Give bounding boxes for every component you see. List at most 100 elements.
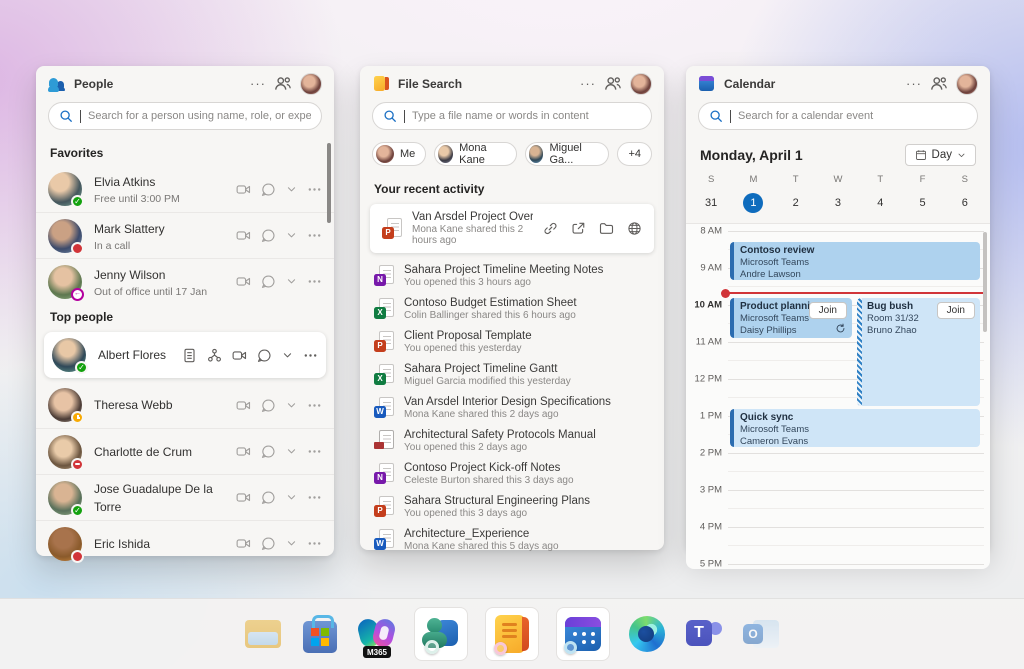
file-search-input[interactable] xyxy=(412,110,641,122)
account-avatar[interactable] xyxy=(300,73,322,95)
microsoft-store-icon[interactable] xyxy=(300,614,340,654)
more-icon[interactable] xyxy=(307,490,322,505)
video-call-icon[interactable] xyxy=(236,536,251,551)
event-contoso-review[interactable]: Contoso review Microsoft Teams Andre Law… xyxy=(730,242,980,280)
person-row[interactable]: Charlotte de Crum xyxy=(36,428,334,474)
file-row[interactable]: W Van Arsdel Interior Design Specificati… xyxy=(360,391,664,424)
more-options-icon[interactable]: ··· xyxy=(250,75,266,93)
chevron-down-icon[interactable] xyxy=(286,184,297,195)
day-cell[interactable]: T2 xyxy=(775,174,817,213)
file-search-app-icon[interactable] xyxy=(485,607,539,661)
more-options-icon[interactable]: ··· xyxy=(906,75,922,93)
document-icon[interactable] xyxy=(182,348,197,363)
day-grid[interactable]: 8 AM 9 AM 10 AM 11 AM 12 PM 1 PM 2 PM 3 … xyxy=(686,223,990,569)
more-icon[interactable] xyxy=(307,536,322,551)
day-cell[interactable]: S6 xyxy=(944,174,986,213)
person-row[interactable]: Eric Ishida xyxy=(36,520,334,566)
copy-link-icon[interactable] xyxy=(543,221,558,236)
person-row[interactable]: ✓ Elvia AtkinsFree until 3:00 PM xyxy=(36,166,334,212)
people-search-box[interactable] xyxy=(48,102,322,130)
chevron-down-icon[interactable] xyxy=(282,350,293,361)
person-row[interactable]: Mark SlatteryIn a call xyxy=(36,212,334,258)
chat-icon[interactable] xyxy=(261,398,276,413)
m365-copilot-icon[interactable]: M365 xyxy=(357,614,397,654)
day-cell[interactable]: S31 xyxy=(690,174,732,213)
day-cell-selected[interactable]: M1 xyxy=(732,174,774,213)
file-row[interactable]: P Sahara Structural Engineering PlansYou… xyxy=(360,490,664,523)
calendar-search-app-icon[interactable] xyxy=(556,607,610,661)
chevron-down-icon[interactable] xyxy=(286,400,297,411)
more-options-icon[interactable]: ··· xyxy=(580,75,596,93)
share-icon[interactable] xyxy=(571,221,586,236)
file-row[interactable]: N Contoso Project Kick-off NotesCeleste … xyxy=(360,457,664,490)
chat-icon[interactable] xyxy=(261,228,276,243)
event-product-planning[interactable]: Product planning Microsoft Teams Daisy P… xyxy=(730,298,852,338)
more-icon[interactable] xyxy=(307,182,322,197)
org-chart-icon[interactable] xyxy=(207,348,222,363)
day-cell[interactable]: F5 xyxy=(901,174,943,213)
person-row[interactable]: ✓ Jose Guadalupe De la Torre xyxy=(36,474,334,520)
filter-chip-miguel[interactable]: Miguel Ga... xyxy=(525,142,610,166)
people-search-input[interactable] xyxy=(88,110,311,122)
file-search-box[interactable] xyxy=(372,102,652,130)
chevron-down-icon[interactable] xyxy=(286,538,297,549)
file-row[interactable]: P Client Proposal TemplateYou opened thi… xyxy=(360,325,664,358)
chat-icon[interactable] xyxy=(261,536,276,551)
people-directory-icon[interactable] xyxy=(274,75,292,93)
day-cell[interactable]: T4 xyxy=(859,174,901,213)
teams-icon[interactable]: T xyxy=(684,614,724,654)
chevron-down-icon[interactable] xyxy=(286,446,297,457)
file-row[interactable]: X Sahara Project Timeline GanttMiguel Ga… xyxy=(360,358,664,391)
view-selector-button[interactable]: Day xyxy=(905,144,976,166)
event-quick-sync[interactable]: Quick sync Microsoft Teams Cameron Evans xyxy=(730,409,980,447)
calendar-search-input[interactable] xyxy=(738,110,967,122)
scrollbar[interactable] xyxy=(983,232,987,332)
video-call-icon[interactable] xyxy=(232,348,247,363)
open-folder-icon[interactable] xyxy=(599,221,614,236)
chat-icon[interactable] xyxy=(261,444,276,459)
more-icon[interactable] xyxy=(307,228,322,243)
more-icon[interactable] xyxy=(303,348,318,363)
chevron-down-icon[interactable] xyxy=(286,492,297,503)
more-icon[interactable] xyxy=(307,444,322,459)
video-call-icon[interactable] xyxy=(236,228,251,243)
people-search-app-icon[interactable] xyxy=(414,607,468,661)
chat-icon[interactable] xyxy=(261,182,276,197)
chat-icon[interactable] xyxy=(261,490,276,505)
file-explorer-icon[interactable] xyxy=(243,614,283,654)
event-bug-bush[interactable]: Bug bush Room 31/32 Bruno Zhao Join xyxy=(857,298,980,406)
video-call-icon[interactable] xyxy=(236,444,251,459)
selected-person-card[interactable]: ✓ Albert Flores xyxy=(44,332,326,378)
video-call-icon[interactable] xyxy=(236,490,251,505)
file-row-selected[interactable]: P Van Arsdel Project Overview... Mona Ka… xyxy=(370,204,654,253)
file-row[interactable]: X Contoso Budget Estimation SheetColin B… xyxy=(360,292,664,325)
person-row[interactable]: Theresa Webb xyxy=(36,382,334,428)
video-call-icon[interactable] xyxy=(236,182,251,197)
chat-icon[interactable] xyxy=(257,348,272,363)
person-row[interactable]: ← Jenny WilsonOut of office until 17 Jan xyxy=(36,258,334,304)
account-avatar[interactable] xyxy=(956,73,978,95)
people-directory-icon[interactable] xyxy=(930,75,948,93)
more-icon[interactable] xyxy=(307,398,322,413)
more-icon[interactable] xyxy=(307,274,322,289)
edge-icon[interactable] xyxy=(627,614,667,654)
calendar-search-box[interactable] xyxy=(698,102,978,130)
file-row[interactable]: N Sahara Project Timeline Meeting NotesY… xyxy=(360,259,664,292)
filter-chip-me[interactable]: Me xyxy=(372,142,426,166)
file-row[interactable]: W Architecture_ExperienceMona Kane share… xyxy=(360,523,664,556)
chevron-down-icon[interactable] xyxy=(286,230,297,241)
filter-chip-more[interactable]: +4 xyxy=(617,142,652,166)
people-directory-icon[interactable] xyxy=(604,75,622,93)
join-button[interactable]: Join xyxy=(809,302,847,319)
open-in-browser-icon[interactable] xyxy=(627,221,642,236)
chevron-down-icon[interactable] xyxy=(286,276,297,287)
join-button[interactable]: Join xyxy=(937,302,975,319)
outlook-icon[interactable]: O xyxy=(741,614,781,654)
video-call-icon[interactable] xyxy=(236,274,251,289)
video-call-icon[interactable] xyxy=(236,398,251,413)
account-avatar[interactable] xyxy=(630,73,652,95)
filter-chip-mona[interactable]: Mona Kane xyxy=(434,142,516,166)
scrollbar[interactable] xyxy=(327,143,331,223)
file-row[interactable]: Architectural Safety Protocols ManualYou… xyxy=(360,424,664,457)
day-cell[interactable]: W3 xyxy=(817,174,859,213)
